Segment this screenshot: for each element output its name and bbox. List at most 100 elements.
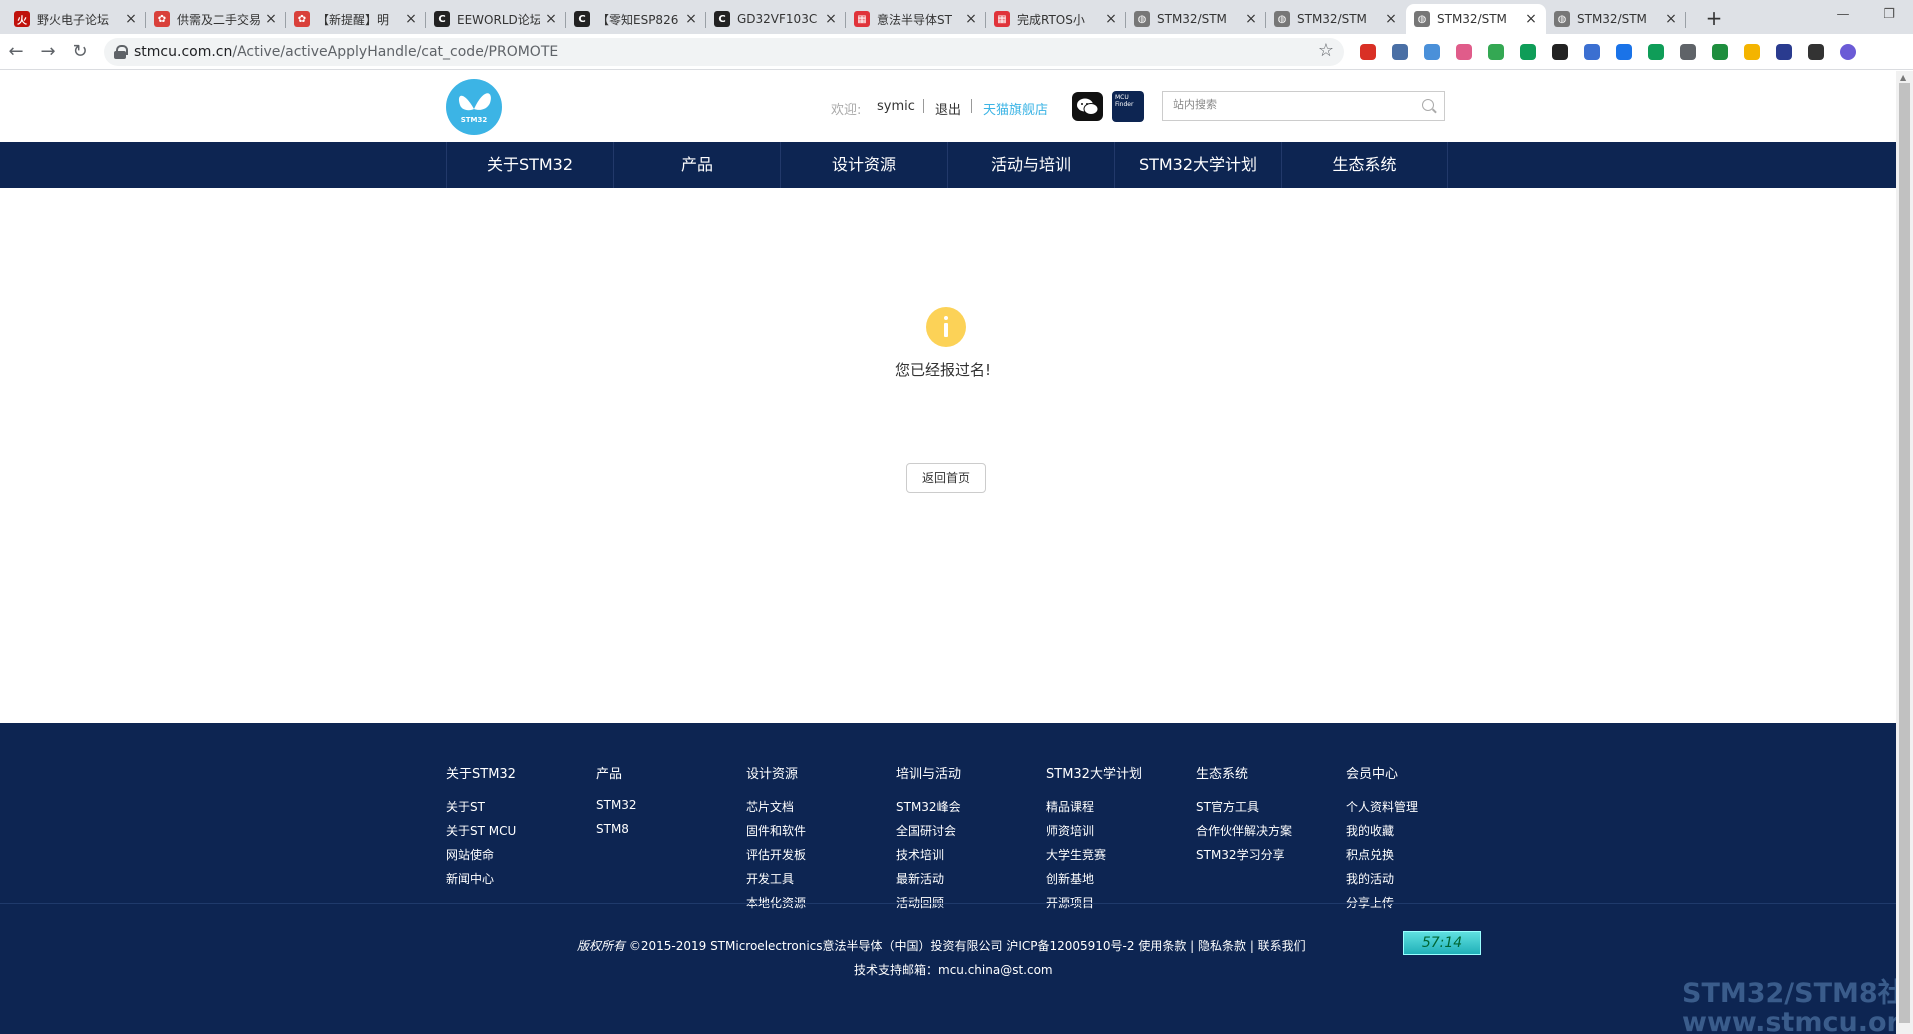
browser-extension-icon[interactable]	[1680, 44, 1696, 60]
web-page: STM32 欢迎: symic 退出 天猫旗舰店 MCU Finder 关于ST…	[0, 71, 1896, 1034]
footer-link[interactable]: 合作伙伴解决方案	[1196, 822, 1292, 839]
footer-link[interactable]: 我的活动	[1346, 870, 1394, 887]
browser-tab[interactable]: C 【零知ESP826 ×	[566, 4, 706, 34]
footer-link[interactable]: 网站使命	[446, 846, 494, 863]
minimize-button[interactable]: —	[1820, 4, 1866, 26]
footer-link[interactable]: ST官方工具	[1196, 798, 1259, 815]
nav-item[interactable]: 设计资源	[780, 142, 947, 188]
tab-close-icon[interactable]: ×	[264, 11, 278, 27]
tab-close-icon[interactable]: ×	[1664, 11, 1678, 27]
browser-extension-icon[interactable]	[1744, 44, 1760, 60]
tab-favicon-icon: ▦	[854, 11, 870, 27]
browser-extension-icon[interactable]	[1456, 44, 1472, 60]
restore-button[interactable]: ❐	[1866, 4, 1912, 26]
tab-favicon-icon: ◍	[1414, 11, 1430, 27]
nav-item[interactable]: 产品	[613, 142, 780, 188]
search-input[interactable]	[1173, 98, 1413, 111]
footer-link[interactable]: STM32学习分享	[1196, 846, 1285, 863]
tab-close-icon[interactable]: ×	[684, 11, 698, 27]
logout-link[interactable]: 退出	[935, 99, 961, 118]
footer-link[interactable]: 关于ST MCU	[446, 822, 516, 839]
browser-toolbar: ← → ↻ stmcu.com.cn/Active/activeApplyHan…	[0, 34, 1913, 70]
nav-item[interactable]: 生态系统	[1281, 142, 1448, 188]
tab-close-icon[interactable]: ×	[1524, 11, 1538, 27]
browser-tab[interactable]: ◍ STM32/STM ×	[1406, 4, 1546, 34]
tab-label: STM32/STM	[1577, 12, 1647, 26]
browser-extension-icon[interactable]	[1520, 44, 1536, 60]
footer-link[interactable]: 我的收藏	[1346, 822, 1394, 839]
reload-button[interactable]: ↻	[66, 40, 94, 64]
footer-link[interactable]: 开发工具	[746, 870, 794, 887]
footer-link[interactable]: 积点兑换	[1346, 846, 1394, 863]
browser-extension-icon[interactable]	[1808, 44, 1824, 60]
browser-tab[interactable]: 火野火电子论坛 ×	[6, 4, 146, 34]
wechat-icon[interactable]	[1072, 92, 1103, 121]
tab-close-icon[interactable]: ×	[124, 11, 138, 27]
footer-link[interactable]: 芯片文档	[746, 798, 794, 815]
mcu-finder-icon[interactable]: MCU Finder	[1112, 91, 1144, 122]
browser-extension-icon[interactable]	[1840, 44, 1856, 60]
new-tab-button[interactable]: +	[1700, 6, 1728, 30]
username-link[interactable]: symic	[877, 99, 915, 114]
browser-extension-icon[interactable]	[1584, 44, 1600, 60]
tab-close-icon[interactable]: ×	[544, 11, 558, 27]
tab-label: 供需及二手交易	[177, 12, 260, 27]
tab-close-icon[interactable]: ×	[1104, 11, 1118, 27]
footer-link[interactable]: STM32峰会	[896, 798, 961, 815]
footer-link[interactable]: 师资培训	[1046, 822, 1094, 839]
stm32-logo[interactable]: STM32	[446, 79, 502, 135]
search-icon[interactable]	[1422, 99, 1434, 111]
browser-tab[interactable]: ▦ 完成RTOS小 ×	[986, 4, 1126, 34]
browser-extension-icon[interactable]	[1776, 44, 1792, 60]
browser-extension-icon[interactable]	[1616, 44, 1632, 60]
scrollbar-thumb[interactable]	[1899, 83, 1910, 1023]
browser-extension-icon[interactable]	[1648, 44, 1664, 60]
watermark: STM32/STM8社区 www.stmcu.org.cn	[1682, 978, 1896, 1034]
browser-tab[interactable]: ✿ 【新提醒】明 ×	[286, 4, 426, 34]
browser-tab[interactable]: ▦ 意法半导体ST ×	[846, 4, 986, 34]
footer-link[interactable]: 精品课程	[1046, 798, 1094, 815]
browser-extension-icon[interactable]	[1488, 44, 1504, 60]
browser-tab[interactable]: ◍ STM32/STM ×	[1266, 4, 1406, 34]
browser-extension-icon[interactable]	[1392, 44, 1408, 60]
footer-link[interactable]: 个人资料管理	[1346, 798, 1418, 815]
tmall-store-link[interactable]: 天猫旗舰店	[983, 99, 1048, 118]
tab-close-icon[interactable]: ×	[964, 11, 978, 27]
tab-close-icon[interactable]: ×	[1244, 11, 1258, 27]
tab-favicon-icon: ◍	[1274, 11, 1290, 27]
footer-link[interactable]: 全国研讨会	[896, 822, 956, 839]
tab-close-icon[interactable]: ×	[1384, 11, 1398, 27]
forward-button[interactable]: →	[34, 40, 62, 64]
nav-item[interactable]: 关于STM32	[446, 142, 613, 188]
nav-item[interactable]: 活动与培训	[947, 142, 1114, 188]
divider	[923, 99, 924, 113]
tab-close-icon[interactable]: ×	[404, 11, 418, 27]
browser-tab[interactable]: ✿ 供需及二手交易 ×	[146, 4, 286, 34]
tab-close-icon[interactable]: ×	[824, 11, 838, 27]
footer-link[interactable]: 大学生竞赛	[1046, 846, 1106, 863]
browser-tab[interactable]: ◍ STM32/STM ×	[1126, 4, 1266, 34]
browser-extension-icon[interactable]	[1360, 44, 1376, 60]
footer-link[interactable]: 评估开发板	[746, 846, 806, 863]
browser-extension-icon[interactable]	[1712, 44, 1728, 60]
address-bar[interactable]: stmcu.com.cn/Active/activeApplyHandle/ca…	[104, 38, 1344, 66]
page-scrollbar[interactable]: ▲	[1896, 71, 1913, 1034]
footer-link[interactable]: 新闻中心	[446, 870, 494, 887]
footer-link[interactable]: 固件和软件	[746, 822, 806, 839]
footer-link[interactable]: 技术培训	[896, 846, 944, 863]
footer-link[interactable]: 创新基地	[1046, 870, 1094, 887]
footer-link[interactable]: 关于ST	[446, 798, 485, 815]
footer-link[interactable]: 最新活动	[896, 870, 944, 887]
footer-link[interactable]: STM32	[596, 798, 637, 812]
browser-tab[interactable]: ◍ STM32/STM ×	[1546, 4, 1686, 34]
browser-tab[interactable]: C GD32VF103C ×	[706, 4, 846, 34]
browser-extension-icon[interactable]	[1552, 44, 1568, 60]
tab-favicon-icon: ◍	[1554, 11, 1570, 27]
browser-tab[interactable]: C EEWORLD论坛 ×	[426, 4, 566, 34]
footer-link[interactable]: STM8	[596, 822, 629, 836]
back-button[interactable]: ←	[2, 40, 30, 64]
browser-extension-icon[interactable]	[1424, 44, 1440, 60]
nav-item[interactable]: STM32大学计划	[1114, 142, 1281, 188]
return-home-button[interactable]: 返回首页	[906, 463, 986, 493]
bookmark-star-icon[interactable]: ☆	[1318, 40, 1334, 61]
